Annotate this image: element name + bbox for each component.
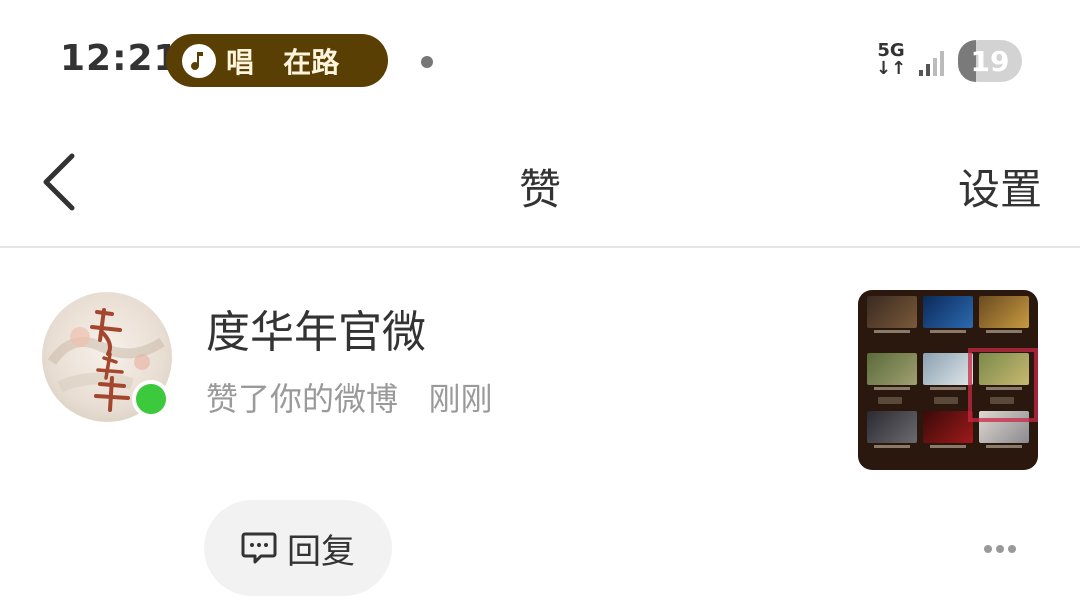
thumbnail-cell (866, 296, 918, 349)
status-time: 12:21 (60, 38, 180, 79)
page-title: 赞 (518, 165, 561, 214)
navigation-bar: 赞 设置 (0, 120, 1080, 248)
post-thumbnail[interactable] (858, 290, 1038, 470)
online-status-badge (132, 380, 170, 418)
data-arrows-icon: ↓↑ (876, 58, 907, 79)
reply-button[interactable]: 回复 (204, 500, 392, 596)
signal-strength-icon (919, 51, 944, 76)
battery-level: 19 (970, 44, 1010, 78)
thumbnail-highlight-frame (968, 348, 1038, 422)
notification-dot-icon (421, 56, 433, 68)
action-text: 赞了你的微博 (206, 380, 399, 418)
music-player-pill[interactable]: 唱 在路 (166, 34, 388, 87)
battery-indicator: 19 (958, 40, 1022, 82)
music-track-text: 唱 在路 (226, 45, 340, 79)
comment-icon (241, 532, 277, 564)
thumbnail-cell (866, 410, 918, 464)
status-bar: 12:21 唱 在路 5G ↓↑ 19 (0, 0, 1080, 120)
thumbnail-cell (922, 296, 974, 349)
notification-meta: 赞了你的微博 刚刚 (206, 374, 493, 420)
user-name[interactable]: 度华年官微 (206, 296, 426, 360)
thumbnail-cell (922, 353, 974, 406)
thumbnail-cell (922, 410, 974, 464)
network-type: 5G ↓↑ (876, 42, 906, 78)
thumbnail-cell (866, 353, 918, 406)
settings-button[interactable]: 设置 (958, 156, 1042, 217)
reply-label: 回复 (287, 531, 355, 572)
more-options-icon[interactable] (984, 538, 1024, 558)
notification-time: 刚刚 (428, 380, 493, 418)
thumbnail-cell (978, 296, 1030, 349)
music-note-icon (182, 43, 216, 78)
